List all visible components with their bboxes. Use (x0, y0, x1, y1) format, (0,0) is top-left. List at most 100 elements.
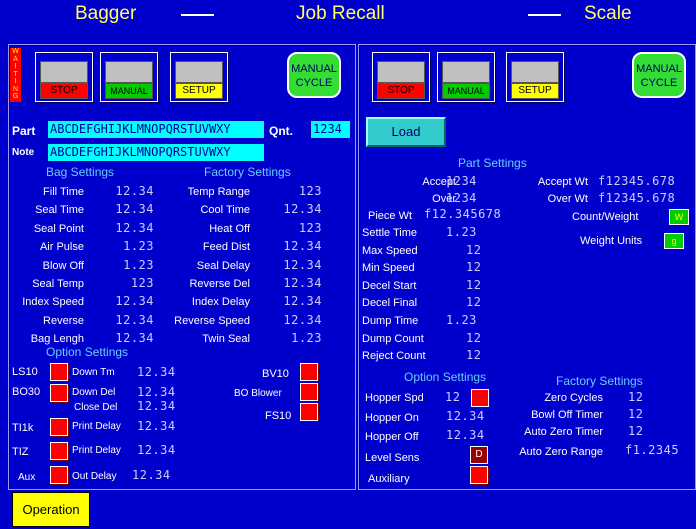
down-del-value[interactable]: 12.34 (137, 385, 176, 399)
setting-label: Index Speed (22, 296, 84, 309)
ti1k-toggle[interactable] (50, 418, 68, 436)
scale-title: Scale (584, 3, 632, 24)
over-wt-value[interactable]: f12345.678 (598, 191, 675, 205)
bagger-title: Bagger (75, 3, 137, 24)
count-weight-label: Count/Weight (572, 211, 639, 223)
qnt-field[interactable]: 1234 (311, 121, 350, 138)
hopper-spd-toggle[interactable] (471, 389, 489, 407)
setting-value[interactable]: 1.23 (104, 258, 154, 272)
weight-units-toggle[interactable]: g (664, 233, 684, 249)
bv10-label: BV10 (262, 368, 289, 380)
setting-value[interactable]: 12.34 (272, 294, 322, 308)
setting-value[interactable]: 123 (104, 276, 154, 290)
setting-value[interactable]: 12.34 (272, 276, 322, 290)
setting-value[interactable]: 123 (272, 184, 322, 198)
ls10-toggle[interactable] (50, 363, 68, 381)
hopper-spd-value[interactable]: 12 (445, 390, 460, 404)
setting-value[interactable]: 12.34 (104, 202, 154, 216)
over-value[interactable]: 1234 (446, 191, 477, 205)
bo30-toggle[interactable] (50, 384, 68, 402)
aux-label: Aux (18, 472, 36, 483)
title-divider (528, 14, 561, 16)
setting-value[interactable]: 12.34 (272, 202, 322, 216)
bagger-manual-button[interactable]: MANUAL (100, 52, 158, 102)
close-del-value[interactable]: 12.34 (137, 399, 176, 413)
print-delay-label: Print Delay (72, 421, 121, 432)
part-setting-label: Settle Time (362, 227, 418, 239)
setting-value[interactable]: 1.23 (272, 331, 322, 345)
bag-settings-header: Bag Settings (46, 165, 115, 179)
scale-setup-button[interactable]: SETUP (506, 52, 564, 102)
print-delay-2-value[interactable]: 12.34 (137, 443, 176, 457)
hopper-off-value[interactable]: 12.34 (446, 428, 485, 442)
scale-stop-button[interactable]: STOP (372, 52, 430, 102)
bv10-toggle[interactable] (300, 363, 318, 381)
zero-cycles-value[interactable]: 12 (628, 390, 643, 404)
auto-zero-range-value[interactable]: f1.2345 (625, 443, 679, 457)
setting-label: Temp Range (187, 186, 250, 198)
accept-value[interactable]: 1234 (446, 174, 477, 188)
setting-value[interactable]: 12.34 (272, 239, 322, 253)
bagger-manual-cycle-button[interactable]: MANUAL CYCLE (287, 52, 341, 98)
tiz-toggle[interactable] (50, 442, 68, 460)
setting-value[interactable]: 12.34 (104, 331, 154, 345)
part-field[interactable]: ABCDEFGHIJKLMNOPQRSTUVWXY (48, 121, 264, 138)
setting-value[interactable]: 1.23 (104, 239, 154, 253)
auxiliary-label: Auxiliary (368, 473, 410, 485)
load-button[interactable]: Load (366, 117, 446, 147)
count-weight-toggle[interactable]: W (669, 209, 689, 225)
hopper-on-value[interactable]: 12.34 (446, 409, 485, 423)
aux-toggle[interactable] (50, 466, 68, 484)
part-setting-value[interactable]: 1.23 (446, 225, 477, 239)
piece-wt-label: Piece Wt (368, 210, 413, 222)
setting-value[interactable]: 12.34 (104, 184, 154, 198)
auto-zero-timer-value[interactable]: 12 (628, 424, 643, 438)
auxiliary-toggle[interactable] (470, 466, 488, 484)
stop-indicator (40, 61, 88, 83)
part-setting-label: Dump Count (362, 332, 424, 345)
setting-label: Index Delay (191, 296, 250, 309)
part-setting-value[interactable]: 12 (466, 331, 481, 345)
out-delay-value[interactable]: 12.34 (132, 468, 171, 482)
auto-zero-timer-label: Auto Zero Timer (524, 426, 603, 438)
print-delay-value[interactable]: 12.34 (137, 419, 176, 433)
part-setting-value[interactable]: 1.23 (446, 313, 477, 327)
down-tm-value[interactable]: 12.34 (137, 365, 176, 379)
weight-units-label: Weight Units (580, 235, 643, 247)
setting-value[interactable]: 12.34 (104, 313, 154, 327)
bagger-stop-button[interactable]: STOP (35, 52, 93, 102)
bowl-off-timer-value[interactable]: 12 (628, 407, 643, 421)
accept-wt-value[interactable]: f12345.678 (598, 174, 675, 188)
setting-value[interactable]: 12.34 (272, 313, 322, 327)
operation-button[interactable]: Operation (12, 492, 90, 527)
accept-label: Accept (422, 176, 456, 188)
qnt-label: Qnt. (269, 124, 293, 138)
fs10-toggle[interactable] (300, 403, 318, 421)
part-setting-value[interactable]: 12 (466, 348, 481, 362)
part-setting-value[interactable]: 12 (466, 243, 481, 257)
bo-blower-toggle[interactable] (300, 383, 318, 401)
setting-value[interactable]: 12.34 (104, 294, 154, 308)
part-setting-value[interactable]: 12 (466, 260, 481, 274)
scale-manual-button[interactable]: MANUAL (437, 52, 495, 102)
bowl-off-timer-label: Bowl Off Timer (531, 409, 603, 421)
level-sens-toggle[interactable]: D (470, 446, 488, 464)
auto-zero-range-label: Auto Zero Range (519, 446, 603, 458)
hopper-off-label: Hopper Off (365, 431, 419, 443)
setting-label: Seal Point (33, 222, 84, 235)
part-setting-label: Decel Start (362, 279, 417, 292)
scale-manual-cycle-button[interactable]: MANUAL CYCLE (632, 52, 686, 98)
hopper-on-label: Hopper On (365, 412, 419, 424)
setting-value[interactable]: 12.34 (104, 221, 154, 235)
part-settings-header: Part Settings (458, 156, 527, 170)
setting-value[interactable]: 12.34 (272, 258, 322, 272)
piece-wt-value[interactable]: f12.345678 (424, 207, 501, 221)
part-setting-value[interactable]: 12 (466, 295, 481, 309)
bagger-setup-button[interactable]: SETUP (170, 52, 228, 102)
setting-value[interactable]: 123 (272, 221, 322, 235)
manual-indicator (442, 61, 490, 83)
part-setting-label: Reject Count (362, 350, 426, 363)
part-setting-label: Max Speed (362, 244, 418, 257)
part-setting-value[interactable]: 12 (466, 278, 481, 292)
note-field[interactable]: ABCDEFGHIJKLMNOPQRSTUVWXY (48, 144, 264, 161)
